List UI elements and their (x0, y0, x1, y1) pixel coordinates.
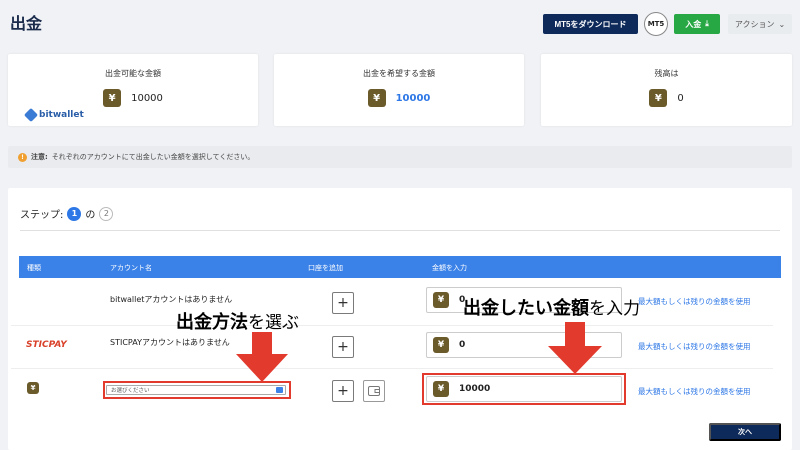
deposit-label: 入金 (685, 19, 702, 29)
bitwallet-icon (23, 107, 39, 123)
amount-value: 0 (459, 340, 466, 350)
annotation-right-bold: 出金したい金額 (463, 298, 589, 319)
wallet-icon (368, 386, 380, 396)
step-of: の (85, 210, 96, 221)
annotation-left-rest: を選ぶ (248, 313, 299, 333)
yen-icon: ¥ (433, 292, 449, 308)
mt5-badge[interactable]: MT5 (644, 12, 668, 36)
next-button[interactable]: 次へ (709, 423, 781, 441)
action-label: アクション (734, 19, 775, 29)
row-divider (11, 325, 773, 326)
use-max-link[interactable]: 最大額もしくは残りの金額を使用 (638, 386, 751, 397)
withdraw-panel: ステップ: 1 の 2 種類 アカウント名 口座を追加 金額を入力 (8, 188, 792, 450)
notice-text: それぞれのアカウントにて出金したい金額を選択してください。 (51, 153, 255, 161)
bitwallet-account-text: bitwalletアカウントはありません (110, 295, 233, 304)
bitwallet-logo: bitwallet (23, 107, 84, 123)
card-desired: 出金を希望する金額 ¥ 10000 (274, 54, 524, 126)
annotation-left-bold: 出金方法 (176, 312, 248, 333)
card-available-label: 出金可能な金額 (105, 69, 161, 78)
use-max-link[interactable]: 最大額もしくは残りの金額を使用 (638, 341, 751, 352)
wallet-button[interactable] (363, 380, 385, 402)
download-icon: ⤓ (705, 19, 709, 28)
warning-icon: ! (18, 152, 27, 162)
annotation-enter-amount: 出金したい金額を入力 (463, 294, 640, 320)
header-add-account: 口座を追加 (308, 264, 343, 272)
highlight-amount (422, 373, 626, 405)
yen-icon: ¥ (649, 89, 668, 107)
highlight-select (103, 381, 291, 399)
card-balance-value: 0 (677, 92, 684, 104)
card-available-value: 10000 (131, 92, 163, 104)
annotation-select-method: 出金方法を選ぶ (176, 308, 299, 334)
table-header: 種類 アカウント名 口座を追加 金額を入力 (19, 256, 781, 278)
divider (20, 230, 780, 231)
step-label: ステップ: (20, 210, 64, 221)
header-type: 種類 (27, 264, 41, 272)
card-desired-value: 10000 (395, 92, 431, 104)
yen-icon: ¥ (433, 337, 449, 353)
mt5-download-button[interactable]: MT5をダウンロード (543, 14, 638, 34)
sticpay-logo: STICPAY (26, 340, 67, 350)
add-account-button[interactable]: + (332, 380, 354, 402)
header-amount: 金額を入力 (432, 264, 467, 272)
action-dropdown[interactable]: アクション ⌄ (728, 14, 792, 34)
arrow-down-icon (548, 322, 602, 374)
yen-icon: ¥ (367, 89, 386, 107)
yen-icon: ¥ (103, 89, 122, 107)
header-account: アカウント名 (110, 264, 152, 272)
step-indicator: ステップ: 1 の 2 (20, 206, 114, 221)
notice-bar: ! 注意: それぞれのアカウントにて出金したい金額を選択してください。 (8, 146, 792, 168)
sticpay-account-text: STICPAYアカウントはありません (110, 338, 230, 347)
page-title: 出金 (10, 14, 43, 33)
card-balance: 残高は ¥ 0 (541, 54, 792, 126)
card-desired-label: 出金を希望する金額 (363, 69, 435, 78)
step-total: 2 (99, 206, 114, 221)
row-divider (11, 368, 773, 369)
card-balance-label: 残高は (654, 69, 679, 78)
deposit-button[interactable]: 入金 ⤓ (674, 14, 720, 34)
notice-bold: 注意: (31, 153, 48, 161)
add-account-button[interactable]: + (332, 336, 354, 358)
chevron-down-icon: ⌄ (778, 19, 786, 29)
annotation-right-rest: を入力 (589, 299, 640, 319)
add-account-button[interactable]: + (332, 292, 354, 314)
use-max-link[interactable]: 最大額もしくは残りの金額を使用 (638, 296, 751, 307)
arrow-down-icon (236, 332, 288, 382)
step-current: 1 (67, 206, 82, 221)
yen-icon: ¥ (27, 382, 39, 394)
bitwallet-logo-text: bitwallet (39, 110, 84, 120)
